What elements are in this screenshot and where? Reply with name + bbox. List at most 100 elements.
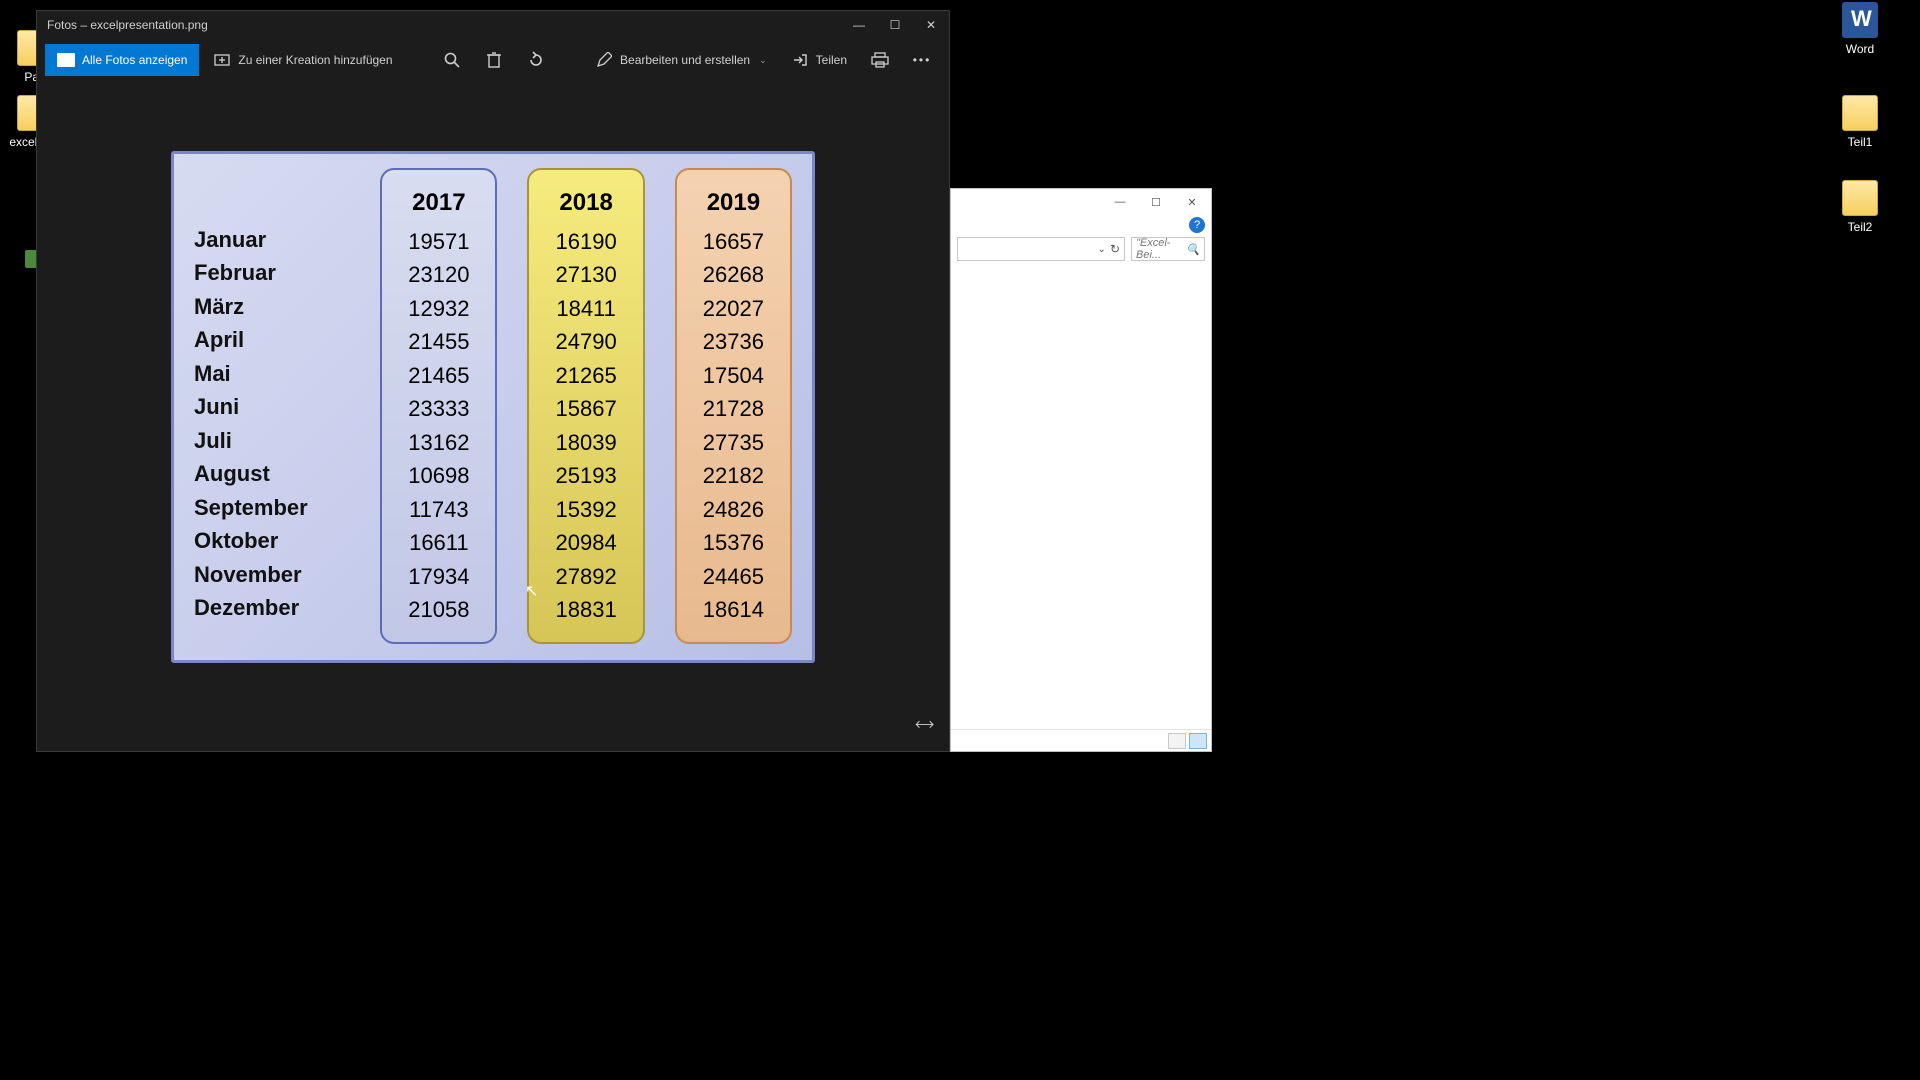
gallery-icon (57, 53, 75, 67)
table-cell: 21058 (382, 594, 495, 628)
explorer-statusbar (951, 729, 1211, 751)
column-header: 2018 (559, 180, 612, 225)
more-button[interactable]: ••• (903, 44, 941, 76)
table-cell: 21265 (529, 359, 642, 393)
all-photos-button[interactable]: Alle Fotos anzeigen (45, 44, 199, 76)
chevron-down-icon: ⌄ (1098, 244, 1106, 255)
more-icon: ••• (913, 51, 931, 69)
column-2017: 2017 19571231201293221455214652333313162… (380, 168, 497, 644)
zoom-button[interactable] (433, 44, 471, 76)
folder-icon (1842, 95, 1878, 131)
table-cell: 27735 (677, 426, 790, 460)
close-button[interactable]: ✕ (913, 11, 949, 39)
refresh-icon[interactable]: ↻ (1110, 242, 1120, 256)
fullscreen-icon[interactable]: ⤢ (911, 712, 936, 737)
explorer-search[interactable]: "Excel-Bei... 🔍 (1131, 237, 1205, 261)
desktop-icon-teil2[interactable]: Teil2 (1830, 180, 1890, 234)
table-cell: 27130 (529, 259, 642, 293)
table-cell: 20984 (529, 527, 642, 561)
table-cell: 26268 (677, 259, 790, 293)
folder-icon (1842, 180, 1878, 216)
explorer-titlebar[interactable]: ― ☐ ✕ (951, 189, 1211, 215)
address-combo[interactable]: ⌄ ↻ (957, 237, 1125, 261)
print-button[interactable] (861, 44, 899, 76)
print-icon (871, 51, 889, 69)
table-cell: 23120 (382, 259, 495, 293)
table-cell: 19571 (382, 225, 495, 259)
icon-label: Word (1830, 42, 1890, 56)
table-cell: 22182 (677, 460, 790, 494)
month-label: Januar (194, 223, 350, 257)
column-2019: 2019 16657262682202723736175042172827735… (675, 168, 792, 644)
button-label: Teilen (816, 53, 847, 67)
table-cell: 11743 (382, 493, 495, 527)
month-label: Dezember (194, 592, 350, 626)
button-label: Zu einer Kreation hinzufügen (238, 53, 392, 67)
month-label: Juni (194, 391, 350, 425)
table-cell: 10698 (382, 460, 495, 494)
maximize-button[interactable]: ☐ (877, 11, 913, 39)
table-cell: 16190 (529, 225, 642, 259)
table-cell: 25193 (529, 460, 642, 494)
month-label: Mai (194, 357, 350, 391)
delete-button[interactable] (475, 44, 513, 76)
explorer-window[interactable]: ― ☐ ✕ ? ⌄ ↻ "Excel-Bei... 🔍 (950, 188, 1212, 752)
table-cell: 21455 (382, 326, 495, 360)
month-label: Juli (194, 424, 350, 458)
view-icons-button[interactable] (1189, 733, 1207, 749)
share-button[interactable]: Teilen (781, 44, 857, 76)
share-icon (791, 51, 809, 69)
photos-window: Fotos – excelpresentation.png ― ☐ ✕ Alle… (36, 10, 950, 752)
search-placeholder: "Excel-Bei... (1136, 237, 1186, 261)
word-icon (1842, 2, 1878, 38)
photos-toolbar: Alle Fotos anzeigen Zu einer Kreation hi… (37, 39, 949, 81)
table-cell: 24465 (677, 560, 790, 594)
button-label: Bearbeiten und erstellen (620, 53, 750, 67)
table-cell: 15867 (529, 393, 642, 427)
column-header: 2019 (707, 180, 760, 225)
desktop-icon-teil1[interactable]: Teil1 (1830, 95, 1890, 149)
column-header: 2017 (412, 180, 465, 225)
trash-icon (485, 51, 503, 69)
explorer-body[interactable] (951, 267, 1211, 729)
table-cell: 24790 (529, 326, 642, 360)
table-image: JanuarFebruarMärzAprilMaiJuniJuliAugustS… (171, 151, 815, 663)
table-cell: 23333 (382, 393, 495, 427)
table-cell: 23736 (677, 326, 790, 360)
add-creation-icon (213, 51, 231, 69)
desktop-icon-word[interactable]: Word (1830, 2, 1890, 56)
month-label: März (194, 290, 350, 324)
icon-label: Teil1 (1830, 135, 1890, 149)
table-cell: 21465 (382, 359, 495, 393)
month-label: Oktober (194, 525, 350, 559)
photos-titlebar[interactable]: Fotos – excelpresentation.png ― ☐ ✕ (37, 11, 949, 39)
view-details-button[interactable] (1168, 733, 1186, 749)
month-label: April (194, 324, 350, 358)
search-icon (443, 51, 461, 69)
table-cell: 17934 (382, 560, 495, 594)
edit-icon (595, 51, 613, 69)
table-cell: 18039 (529, 426, 642, 460)
table-cell: 16611 (382, 527, 495, 561)
photos-canvas[interactable]: JanuarFebruarMärzAprilMaiJuniJuliAugustS… (37, 81, 949, 751)
table-cell: 22027 (677, 292, 790, 326)
window-title: Fotos – excelpresentation.png (47, 18, 208, 32)
edit-create-button[interactable]: Bearbeiten und erstellen ⌄ (585, 44, 777, 76)
table-cell: 21728 (677, 393, 790, 427)
maximize-button[interactable]: ☐ (1139, 191, 1173, 213)
help-icon[interactable]: ? (1189, 217, 1205, 233)
rotate-button[interactable] (517, 44, 555, 76)
icon-label: Teil2 (1830, 220, 1890, 234)
table-cell: 17504 (677, 359, 790, 393)
table-cell: 13162 (382, 426, 495, 460)
month-label: Februar (194, 257, 350, 291)
table-cell: 24826 (677, 493, 790, 527)
table-cell: 18831 (529, 594, 642, 628)
table-cell: 12932 (382, 292, 495, 326)
minimize-button[interactable]: ― (841, 11, 877, 39)
close-button[interactable]: ✕ (1175, 191, 1209, 213)
table-cell: 18411 (529, 292, 642, 326)
table-cell: 15376 (677, 527, 790, 561)
minimize-button[interactable]: ― (1103, 191, 1137, 213)
add-to-creation-button[interactable]: Zu einer Kreation hinzufügen (203, 44, 402, 76)
